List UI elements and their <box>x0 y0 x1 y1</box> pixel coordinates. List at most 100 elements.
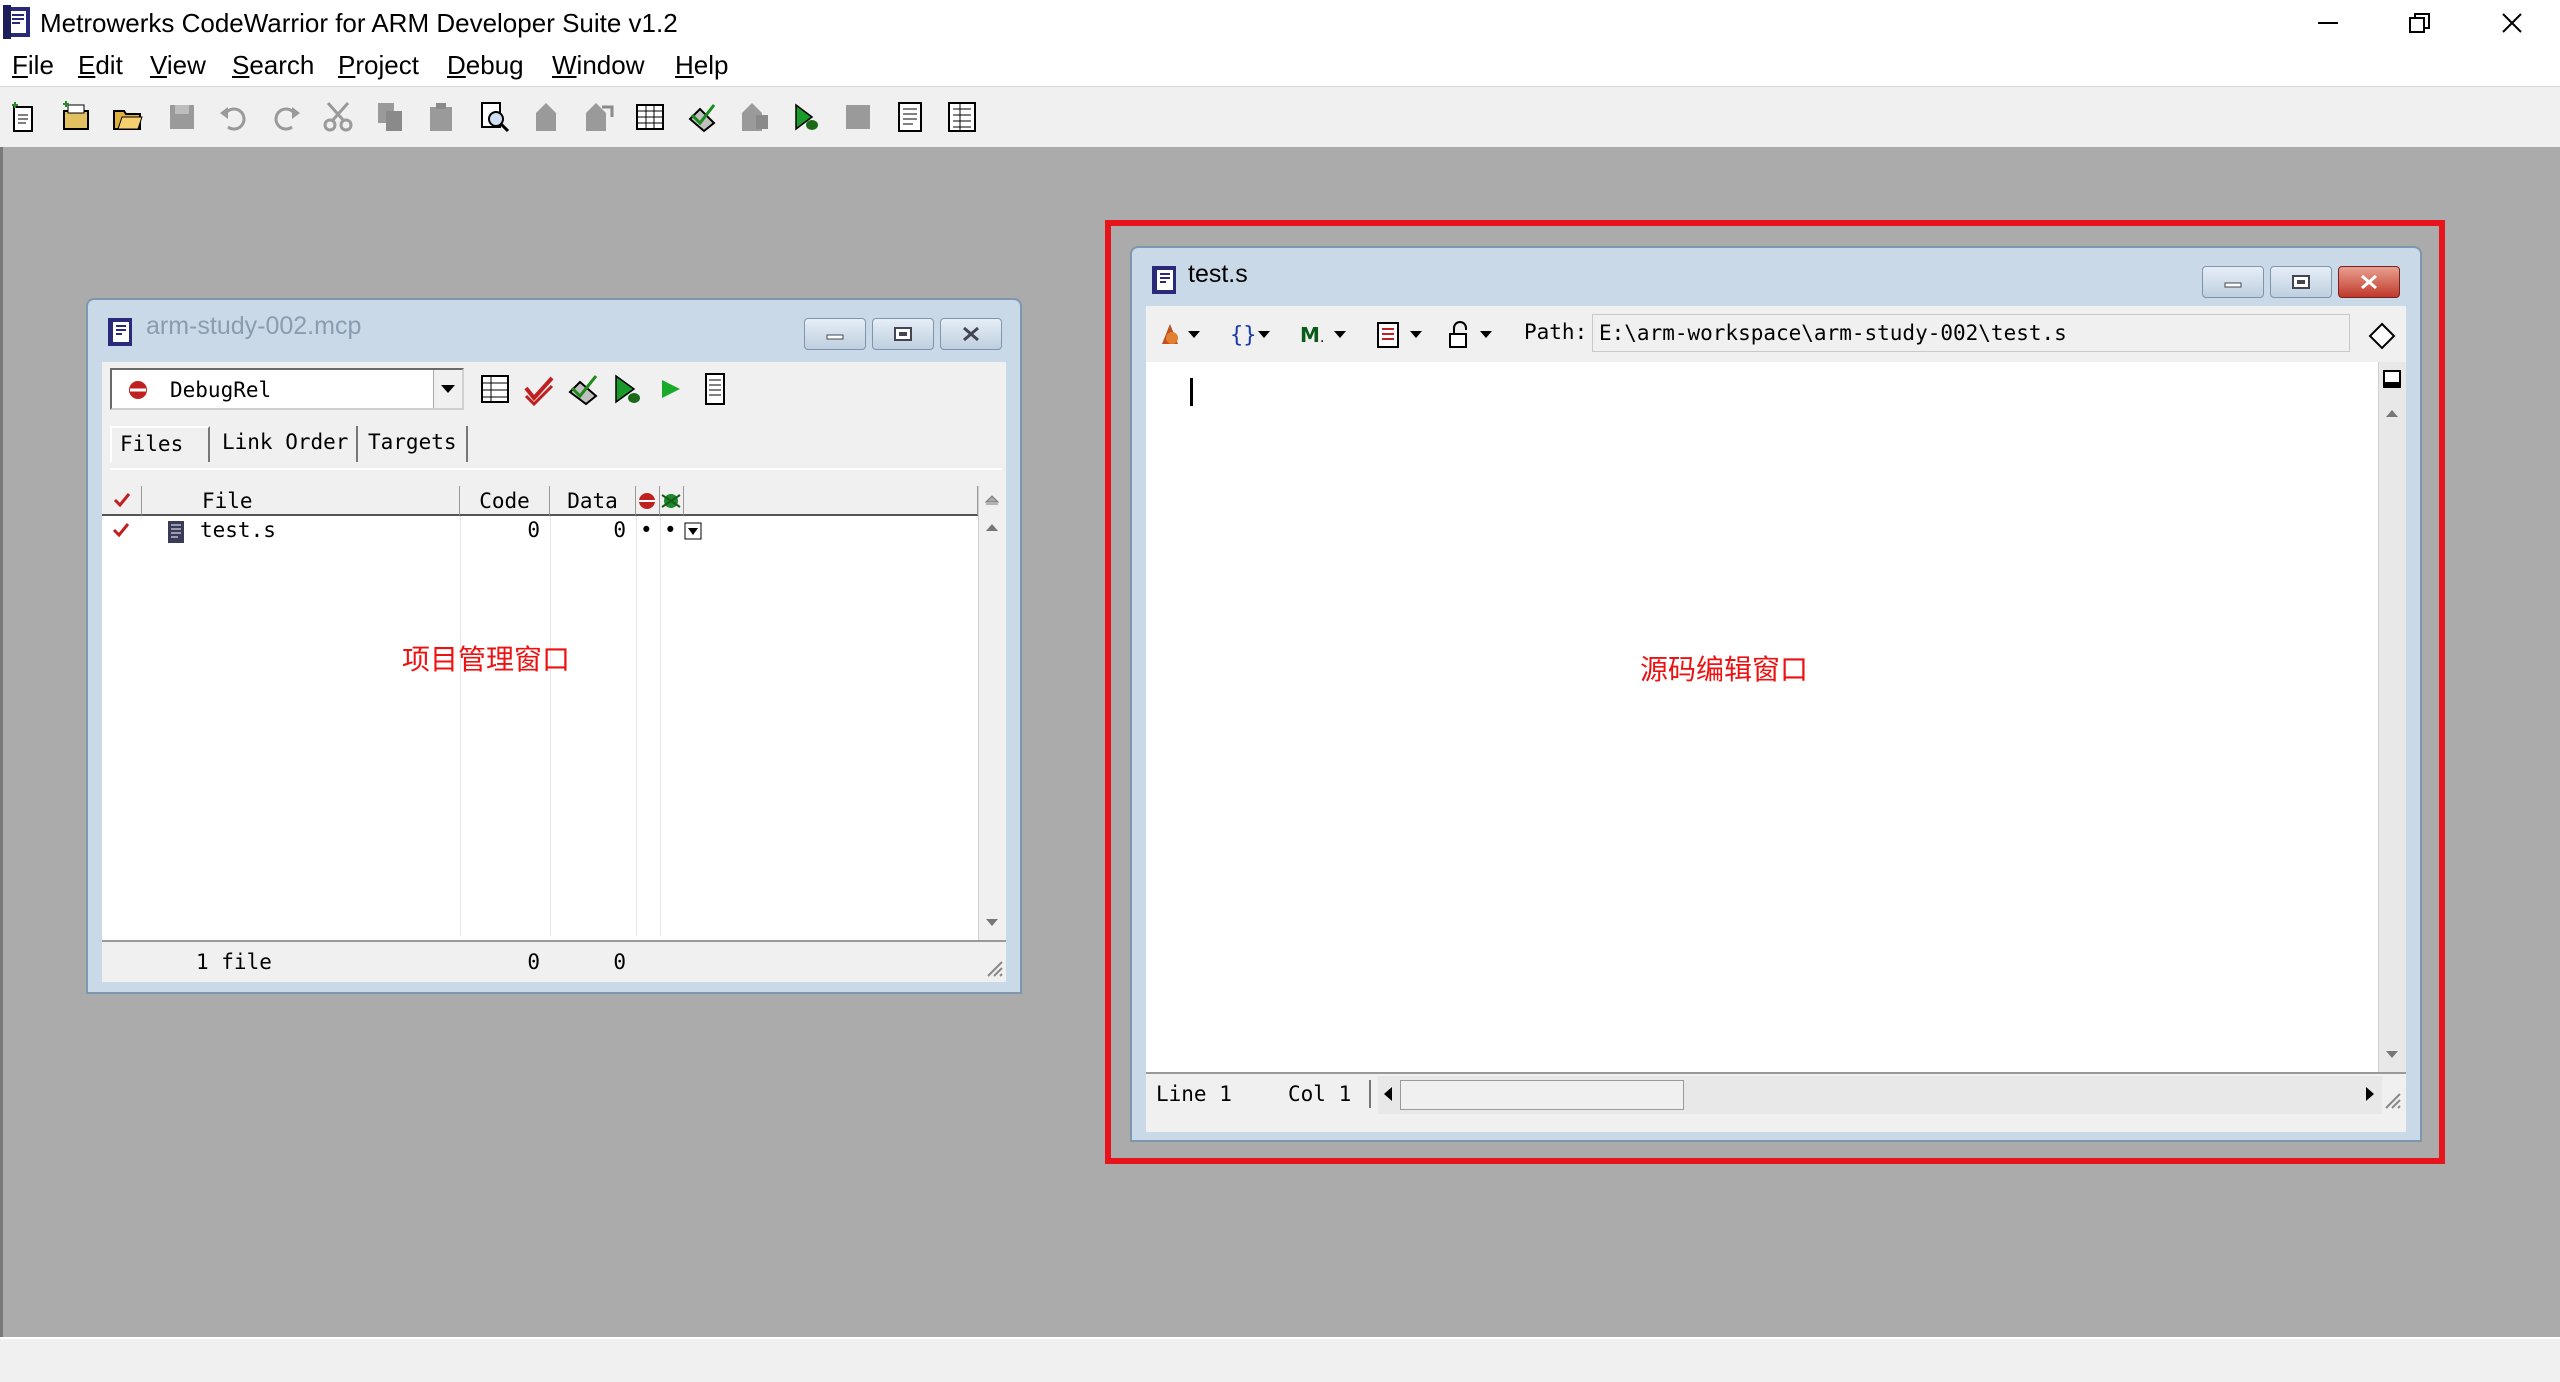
column-header-touch[interactable] <box>102 486 142 516</box>
editor-window[interactable]: test.s {} M . Path: E:\arm-workspace\arm… <box>1130 246 2422 1142</box>
scroll-down-button[interactable] <box>2379 1042 2405 1068</box>
scroll-down-button[interactable] <box>979 910 1005 936</box>
replace-icon[interactable] <box>582 101 614 133</box>
open-icon[interactable] <box>112 101 144 133</box>
restore-button[interactable] <box>2374 0 2466 46</box>
menu-edit[interactable]: Edit <box>78 50 123 81</box>
column-header-data[interactable]: Data <box>550 486 636 516</box>
status-splitter <box>1369 1080 1371 1108</box>
resize-grip-icon[interactable] <box>986 960 1004 978</box>
editor-maximize-button[interactable] <box>2270 266 2332 298</box>
compile-icon[interactable] <box>738 101 770 133</box>
column-header-code[interactable]: Code <box>460 486 550 516</box>
split-pane-button[interactable] <box>2379 366 2405 392</box>
menu-file[interactable]: File <box>12 50 54 81</box>
column-divider <box>550 516 551 936</box>
cut-icon[interactable] <box>322 101 354 133</box>
chevron-right-icon[interactable] <box>2364 1086 2376 1102</box>
menu-help[interactable]: Help <box>675 50 728 81</box>
split-icon <box>2383 370 2401 388</box>
diamond-options-icon[interactable] <box>2368 322 2396 350</box>
project-window-annotation: 项目管理窗口 <box>402 644 571 675</box>
file-options-icon[interactable] <box>684 522 702 540</box>
paste-icon[interactable] <box>426 101 458 133</box>
menu-view[interactable]: View <box>150 50 206 81</box>
project-inspector-icon[interactable] <box>698 372 732 406</box>
synchronize-icon[interactable] <box>522 372 556 406</box>
document-settings-icon[interactable] <box>1374 320 1430 350</box>
new-text-file-icon[interactable] <box>8 101 40 133</box>
tab-files[interactable]: Files <box>110 426 210 462</box>
stop-icon[interactable] <box>842 101 874 133</box>
undo-icon[interactable] <box>218 101 250 133</box>
column-header-debug[interactable] <box>636 486 660 516</box>
properties-icon[interactable] <box>894 101 926 133</box>
tab-targets[interactable]: Targets <box>360 426 468 462</box>
find-icon[interactable] <box>478 101 510 133</box>
table-row[interactable]: test.s 0 0 • • <box>102 518 978 546</box>
maximize-icon <box>894 327 912 341</box>
copy-icon[interactable] <box>374 101 406 133</box>
target-select-value: DebugRel <box>170 378 272 402</box>
debug-icon[interactable] <box>610 372 644 406</box>
file-target-flag[interactable]: • <box>664 518 677 542</box>
target-select[interactable]: DebugRel <box>110 368 464 410</box>
target-select-arrow[interactable] <box>433 370 462 408</box>
resize-grip-icon[interactable] <box>2384 1092 2402 1110</box>
column-divider <box>636 516 637 936</box>
find-next-icon[interactable] <box>530 101 562 133</box>
project-close-button[interactable] <box>940 318 1002 350</box>
scroll-to-top-icon <box>985 495 999 505</box>
chevron-down-icon <box>441 385 455 393</box>
menu-window[interactable]: Window <box>552 50 644 81</box>
functions-menu-icon[interactable]: {} <box>1228 320 1276 350</box>
codewarrior-app-icon <box>3 5 30 39</box>
project-maximize-button[interactable] <box>872 318 934 350</box>
svg-text:{}: {} <box>1230 323 1257 348</box>
tab-link-order[interactable]: Link Order <box>214 426 358 462</box>
redo-icon[interactable] <box>270 101 302 133</box>
file-debug-flag[interactable]: • <box>640 518 653 542</box>
new-project-icon[interactable] <box>60 101 92 133</box>
svg-text:M: M <box>1300 323 1320 347</box>
chevron-left-icon[interactable] <box>1382 1086 1394 1102</box>
make-icon[interactable] <box>566 372 600 406</box>
lock-icon[interactable] <box>1446 320 1502 350</box>
headers-menu-icon[interactable] <box>1158 320 1206 350</box>
save-icon[interactable] <box>166 101 198 133</box>
total-code-size: 0 <box>527 950 540 974</box>
menu-search[interactable]: Search <box>232 50 314 81</box>
checkmark-icon <box>113 493 130 508</box>
editor-minimize-button[interactable] <box>2202 266 2264 298</box>
editor-vscrollbar[interactable] <box>2378 362 2406 1072</box>
scroll-up-button[interactable] <box>2379 400 2405 426</box>
restore-icon <box>2409 13 2430 33</box>
file-name: test.s <box>200 518 276 542</box>
scroll-up-button[interactable] <box>979 514 1005 540</box>
menu-bar: File Edit View Search Project Debug Wind… <box>0 46 2560 86</box>
markers-menu-icon[interactable]: M . <box>1298 320 1354 350</box>
menu-debug[interactable]: Debug <box>447 50 524 81</box>
menu-project[interactable]: Project <box>338 50 419 81</box>
editor-hscrollbar[interactable] <box>1378 1076 2382 1114</box>
class-browser-icon[interactable] <box>946 101 978 133</box>
source-file-icon <box>1152 266 1176 294</box>
minimize-button[interactable] <box>2282 0 2374 46</box>
debug-icon[interactable] <box>790 101 822 133</box>
project-settings-icon[interactable] <box>634 101 666 133</box>
editor-close-button[interactable] <box>2338 266 2400 298</box>
main-toolbar <box>0 86 2560 148</box>
scroll-top-button[interactable] <box>979 488 1005 514</box>
column-header-target[interactable] <box>660 486 684 516</box>
file-list-scrollbar[interactable] <box>978 486 1006 940</box>
project-minimize-button[interactable] <box>804 318 866 350</box>
editor-window-title: test.s <box>1188 260 1248 288</box>
run-icon[interactable] <box>654 372 688 406</box>
make-icon[interactable] <box>686 101 718 133</box>
app-title: Metrowerks CodeWarrior for ARM Developer… <box>40 8 678 38</box>
target-settings-icon[interactable] <box>478 372 512 406</box>
close-button[interactable] <box>2466 0 2558 46</box>
hscroll-thumb[interactable] <box>1400 1080 1684 1110</box>
column-header-file[interactable]: File <box>142 486 460 516</box>
code-editor[interactable] <box>1146 362 2378 1072</box>
